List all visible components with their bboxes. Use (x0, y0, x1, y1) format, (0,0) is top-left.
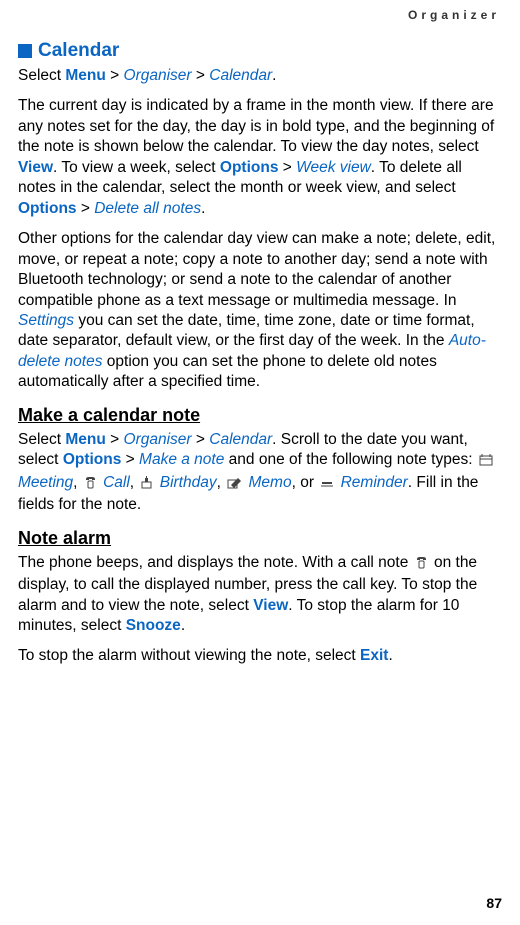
sep: > (121, 451, 139, 468)
calendar-path: Select Menu > Organiser > Calendar. (18, 66, 502, 86)
text: , (73, 474, 82, 491)
organiser-link: Organiser (124, 67, 192, 84)
text: Select (18, 431, 65, 448)
reminder-link: Reminder (336, 474, 408, 491)
options-link: Options (18, 200, 77, 217)
text: . (272, 67, 276, 84)
calendar-description-1: The current day is indicated by a frame … (18, 96, 502, 219)
call-icon (84, 475, 97, 495)
birthday-link: Birthday (155, 474, 216, 491)
text: . (388, 647, 392, 664)
sep: > (106, 67, 124, 84)
text: . To view a week, select (53, 159, 220, 176)
menu-link: Menu (65, 431, 105, 448)
sep: > (192, 431, 210, 448)
meeting-icon (479, 452, 493, 472)
calendar-description-2: Other options for the calendar day view … (18, 229, 502, 393)
calendar-link: Calendar (209, 67, 272, 84)
sep: > (106, 431, 124, 448)
text: , (130, 474, 139, 491)
text: and one of the following note types: (224, 451, 476, 468)
text: . (181, 617, 185, 634)
text: you can set the date, time, time zone, d… (18, 312, 475, 349)
subheading-make-note: Make a calendar note (18, 405, 502, 426)
text: , (217, 474, 226, 491)
reminder-icon (320, 475, 334, 495)
menu-link: Menu (65, 67, 105, 84)
note-alarm-description-1: The phone beeps, and displays the note. … (18, 553, 502, 637)
settings-link: Settings (18, 312, 74, 329)
call-icon (415, 555, 428, 575)
sep: > (77, 200, 95, 217)
meeting-link: Meeting (18, 474, 73, 491)
view-link: View (253, 597, 288, 614)
text: Other options for the calendar day view … (18, 230, 495, 308)
text: , or (292, 474, 319, 491)
options-link: Options (220, 159, 279, 176)
calendar-link: Calendar (209, 431, 272, 448)
page-number: 87 (486, 895, 502, 911)
square-bullet-icon (18, 44, 32, 58)
weekview-link: Week view (296, 159, 371, 176)
header-label: Organizer (18, 8, 502, 22)
view-link: View (18, 159, 53, 176)
sep: > (192, 67, 210, 84)
section-title-calendar: Calendar (18, 40, 502, 62)
deleteall-link: Delete all notes (94, 200, 201, 217)
sep: > (278, 159, 296, 176)
note-alarm-description-2: To stop the alarm without viewing the no… (18, 646, 502, 666)
text: Select (18, 67, 65, 84)
call-link: Call (99, 474, 130, 491)
snooze-link: Snooze (126, 617, 181, 634)
options-link: Options (63, 451, 122, 468)
text: . (201, 200, 205, 217)
memo-link: Memo (244, 474, 291, 491)
exit-link: Exit (360, 647, 388, 664)
birthday-icon (140, 475, 153, 495)
title-text: Calendar (38, 40, 119, 62)
memo-icon (227, 475, 242, 495)
text: The phone beeps, and displays the note. … (18, 554, 413, 571)
subheading-note-alarm: Note alarm (18, 528, 502, 549)
text: The current day is indicated by a frame … (18, 97, 494, 155)
makenote-link: Make a note (139, 451, 224, 468)
organiser-link: Organiser (124, 431, 192, 448)
text: To stop the alarm without viewing the no… (18, 647, 360, 664)
make-note-description: Select Menu > Organiser > Calendar. Scro… (18, 430, 502, 516)
